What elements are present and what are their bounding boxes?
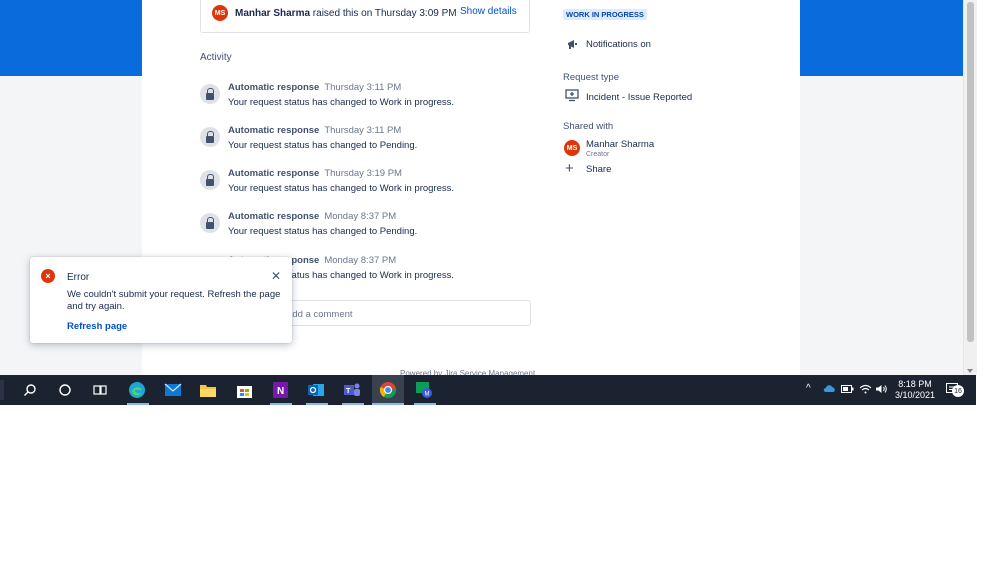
windows-taskbar: N T M ^ 8:18 PM 3/10/2021 16: [0, 375, 976, 405]
onenote-icon[interactable]: N: [270, 380, 290, 400]
activity-item: Automatic response Thursday 3:19 PM Your …: [200, 168, 530, 202]
notifications-toggle[interactable]: Notifications on: [586, 39, 651, 50]
activity-item: Automatic response Thursday 3:11 PM Your …: [200, 125, 530, 159]
cortana-icon[interactable]: [55, 380, 75, 400]
lock-icon: [200, 213, 220, 233]
notification-count-badge: 16: [952, 385, 964, 397]
activity-author: Automatic response: [228, 168, 320, 179]
svg-text:M: M: [425, 392, 430, 398]
raised-by-text: Manhar Sharma raised this on Thursday 3:…: [235, 8, 457, 19]
activity-time[interactable]: Thursday 3:11 PM: [324, 125, 401, 136]
activity-item: Automatic response Monday 8:37 PM Your re…: [200, 211, 530, 245]
plus-icon[interactable]: +: [565, 161, 574, 176]
chrome-icon[interactable]: [372, 375, 404, 405]
chat-app-active-indicator: [414, 403, 436, 405]
teams-icon[interactable]: T: [342, 380, 362, 400]
system-clock[interactable]: 8:18 PM 3/10/2021: [890, 379, 940, 401]
outlook-active-indicator: [306, 403, 328, 405]
clock-date: 3/10/2021: [894, 390, 936, 400]
lock-icon: [200, 170, 220, 190]
activity-item: Automatic response Thursday 3:11 PM Your …: [200, 82, 530, 116]
close-icon[interactable]: ✕: [271, 269, 281, 283]
show-details-link[interactable]: Show details: [460, 6, 517, 17]
chevron-up-icon[interactable]: ^: [806, 383, 811, 394]
activity-text: Your request status has changed to Pendi…: [228, 226, 418, 237]
monitor-plus-icon: [565, 89, 579, 104]
activity-title: Activity: [200, 52, 232, 63]
mail-icon[interactable]: [163, 380, 183, 400]
search-icon[interactable]: [20, 380, 40, 400]
chat-app-icon[interactable]: M: [414, 380, 434, 400]
svg-text:T: T: [346, 388, 351, 395]
battery-icon[interactable]: [841, 385, 854, 396]
activity-text: Your request status has changed to Pendi…: [228, 140, 418, 151]
edge-browser-icon[interactable]: [127, 380, 147, 400]
chrome-active-indicator: [372, 403, 404, 405]
error-title: Error: [67, 272, 90, 283]
status-badge[interactable]: WORK IN PROGRESS: [563, 9, 647, 20]
activity-time[interactable]: Monday 8:37 PM: [324, 255, 396, 266]
megaphone-icon: [566, 38, 579, 53]
shared-user-name: Manhar Sharma: [586, 139, 655, 150]
start-button-edge[interactable]: [0, 380, 4, 400]
scroll-down-arrow-icon[interactable]: [967, 369, 973, 373]
raised-by-suffix: raised this on Thursday 3:09 PM: [310, 8, 457, 19]
refresh-page-link[interactable]: Refresh page: [67, 321, 127, 332]
request-type-label: Request type: [563, 72, 619, 83]
svg-text:N: N: [277, 386, 284, 397]
request-type-value: Incident - Issue Reported: [586, 92, 693, 103]
teams-active-indicator: [342, 403, 364, 405]
store-icon[interactable]: [234, 380, 254, 400]
onedrive-icon[interactable]: [823, 384, 836, 395]
lock-icon: [200, 84, 220, 104]
raised-by-name: Manhar Sharma: [235, 8, 311, 19]
comment-placeholder: Add a comment: [286, 309, 353, 320]
scrollbar-thumb[interactable]: [967, 2, 974, 342]
lock-icon: [200, 127, 220, 147]
onenote-active-indicator: [270, 403, 292, 405]
avatar: MS: [212, 5, 228, 21]
error-message: We couldn't submit your request. Refresh…: [67, 289, 281, 312]
task-view-icon[interactable]: [90, 380, 110, 400]
activity-author: Automatic response: [228, 211, 320, 222]
activity-author: Automatic response: [228, 82, 320, 93]
avatar: MS: [564, 140, 580, 156]
edge-active-indicator: [127, 403, 149, 405]
activity-time[interactable]: Monday 8:37 PM: [324, 211, 396, 222]
activity-time[interactable]: Thursday 3:19 PM: [324, 168, 402, 179]
file-explorer-icon[interactable]: [198, 380, 218, 400]
shared-user-role: Creator: [586, 151, 610, 158]
activity-text: Your request status has changed to Work …: [228, 183, 455, 194]
outlook-icon[interactable]: [306, 380, 326, 400]
activity-time[interactable]: Thursday 3:11 PM: [324, 82, 401, 93]
clock-time: 8:18 PM: [898, 379, 932, 389]
activity-author: Automatic response: [228, 125, 320, 136]
error-flag: × Error ✕ We couldn't submit your reques…: [30, 257, 292, 343]
error-icon: ×: [41, 269, 55, 283]
raised-by-box: MS Manhar Sharma raised this on Thursday…: [200, 0, 530, 33]
volume-icon[interactable]: [875, 384, 888, 397]
wifi-icon[interactable]: [859, 384, 872, 397]
shared-with-label: Shared with: [563, 121, 614, 132]
page-scrollbar[interactable]: [963, 0, 977, 375]
activity-text: Your request status has changed to Work …: [228, 97, 455, 108]
share-button[interactable]: Share: [586, 164, 611, 175]
